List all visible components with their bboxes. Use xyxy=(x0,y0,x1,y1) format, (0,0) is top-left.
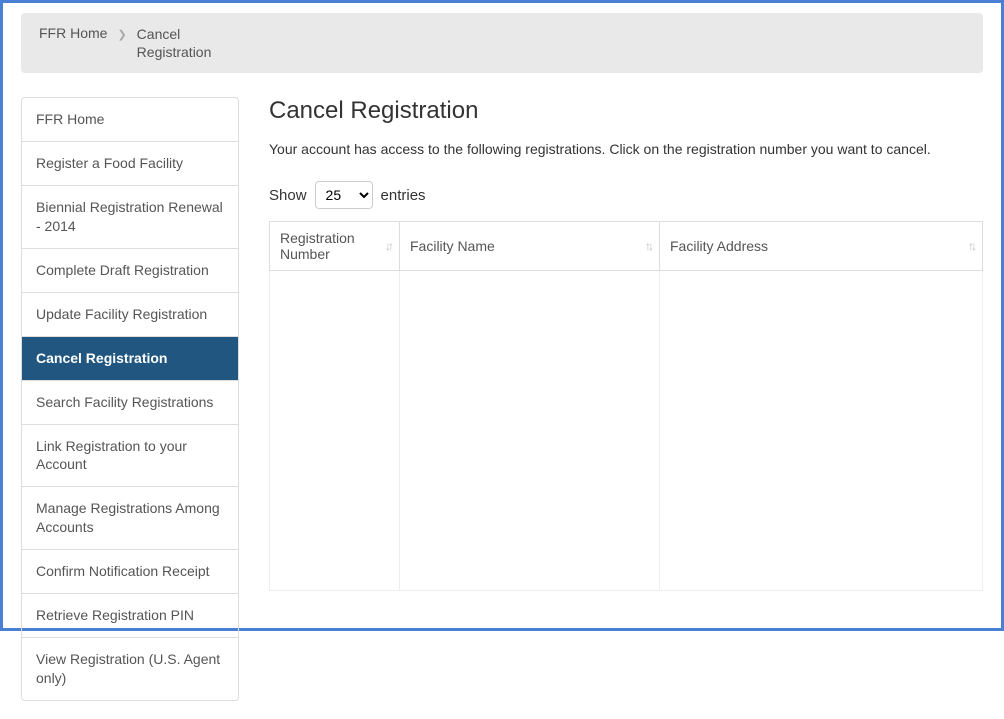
sidebar-item-register[interactable]: Register a Food Facility xyxy=(22,142,238,186)
entries-length-control: Show 10 25 50 100 entries xyxy=(269,181,983,209)
sidebar-item-search-registrations[interactable]: Search Facility Registrations xyxy=(22,381,238,425)
sidebar-item-complete-draft[interactable]: Complete Draft Registration xyxy=(22,249,238,293)
col-header-label: Registration Number xyxy=(280,230,355,262)
chevron-right-icon: ❯ xyxy=(117,25,126,41)
sidebar-nav: FFR Home Register a Food Facility Bienni… xyxy=(21,97,239,700)
sidebar-item-cancel-registration[interactable]: Cancel Registration xyxy=(22,337,238,381)
sidebar-item-view-registration[interactable]: View Registration (U.S. Agent only) xyxy=(22,638,238,700)
col-header-facility-name[interactable]: Facility Name ↑↓ xyxy=(400,222,660,271)
registrations-table: Registration Number ↓↑ Facility Name ↑↓ … xyxy=(269,221,983,591)
page-title: Cancel Registration xyxy=(269,97,983,125)
sort-icon: ↑↓ xyxy=(645,239,651,253)
sidebar-item-confirm-notification[interactable]: Confirm Notification Receipt xyxy=(22,550,238,594)
sidebar-item-manage-registrations[interactable]: Manage Registrations Among Accounts xyxy=(22,487,238,550)
breadcrumb: FFR Home ❯ Cancel Registration xyxy=(21,13,983,73)
sidebar-item-biennial-renewal[interactable]: Biennial Registration Renewal - 2014 xyxy=(22,186,238,249)
sidebar-item-ffr-home[interactable]: FFR Home xyxy=(22,98,238,142)
col-header-label: Facility Name xyxy=(410,238,495,254)
cell-facility-address xyxy=(660,271,983,591)
breadcrumb-current: Cancel Registration xyxy=(137,25,227,61)
breadcrumb-home-link[interactable]: FFR Home xyxy=(39,25,107,41)
intro-text: Your account has access to the following… xyxy=(269,141,983,157)
col-header-registration-number[interactable]: Registration Number ↓↑ xyxy=(270,222,400,271)
col-header-label: Facility Address xyxy=(670,238,768,254)
cell-facility-name xyxy=(400,271,660,591)
sidebar-item-update-registration[interactable]: Update Facility Registration xyxy=(22,293,238,337)
table-row xyxy=(270,271,983,591)
col-header-facility-address[interactable]: Facility Address ↑↓ xyxy=(660,222,983,271)
length-prefix: Show xyxy=(269,187,307,204)
sidebar-item-retrieve-pin[interactable]: Retrieve Registration PIN xyxy=(22,594,238,638)
entries-select[interactable]: 10 25 50 100 xyxy=(315,181,373,209)
cell-registration-number[interactable] xyxy=(270,271,400,591)
sidebar-item-link-registration[interactable]: Link Registration to your Account xyxy=(22,425,238,488)
length-suffix: entries xyxy=(381,187,426,204)
sort-icon: ↓↑ xyxy=(385,239,391,253)
main-content: Cancel Registration Your account has acc… xyxy=(269,97,983,700)
sort-icon: ↑↓ xyxy=(968,239,974,253)
